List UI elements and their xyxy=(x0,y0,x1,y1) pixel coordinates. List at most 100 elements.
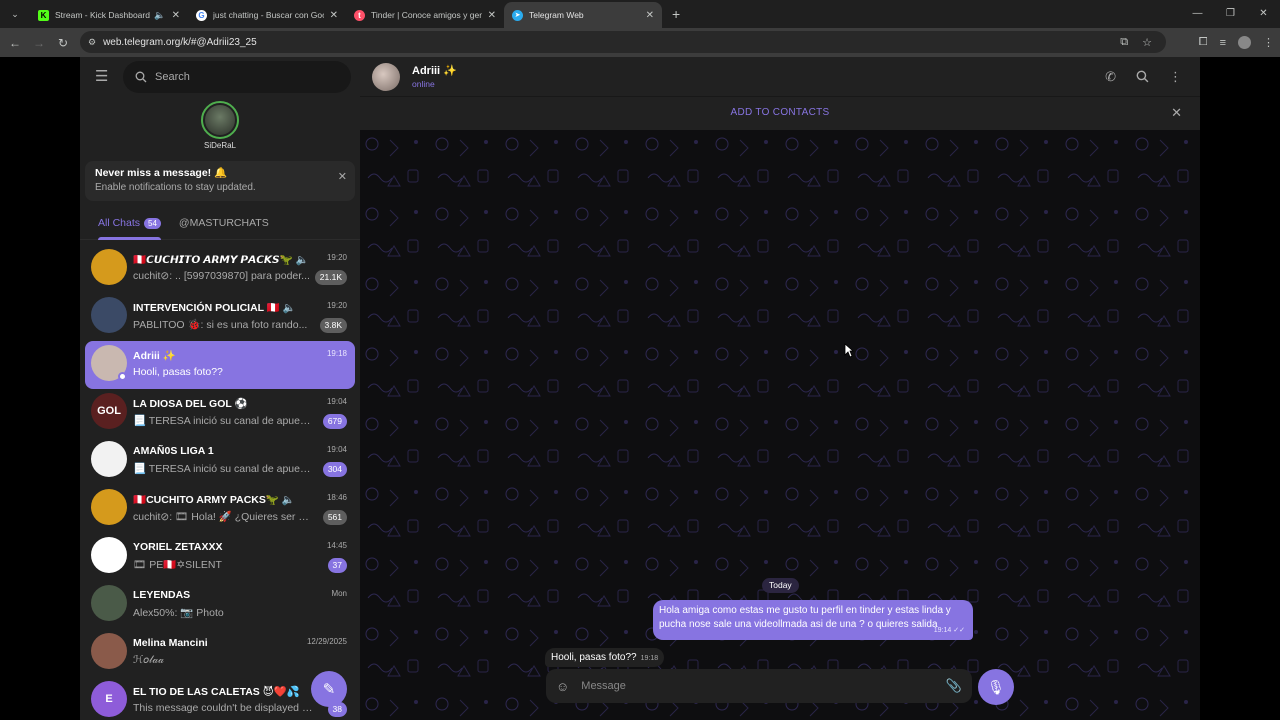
chat-list-item[interactable]: AMAÑ0S LIGA 1 19:04 📃 TERESA inició su can… xyxy=(85,437,355,485)
tab-title: Telegram Web xyxy=(529,10,584,20)
browser-menu-icon[interactable]: ⋮ xyxy=(1263,36,1274,49)
search-box[interactable] xyxy=(123,61,351,93)
restore-icon[interactable]: ❐ xyxy=(1214,0,1247,28)
voice-record-button[interactable]: 🎙 xyxy=(978,669,1014,705)
chat-name: LEYENDAS xyxy=(133,589,191,601)
chat-name: YORIEL ZETAXXX xyxy=(133,541,223,553)
chat-name: Adriii ✨ xyxy=(133,350,176,362)
notification-close-icon[interactable]: ✕ xyxy=(338,170,347,183)
chat-preview: ℋ𝑜𝓁𝒶𝒶 xyxy=(133,654,164,666)
chat-avatar: E xyxy=(91,681,127,717)
tab-close-icon[interactable]: ✕ xyxy=(330,10,338,21)
tab-close-icon[interactable]: ✕ xyxy=(172,10,180,21)
chat-name: LA DIOSA DEL GOL ⚽ xyxy=(133,398,248,410)
chat-name: Melina Mancini xyxy=(133,637,208,649)
story-avatar[interactable] xyxy=(201,101,239,139)
tab-close-icon[interactable]: ✕ xyxy=(488,10,496,21)
chat-name: INTERVENCIÓN POLICIAL 🇵🇪 🔈 xyxy=(133,302,296,314)
unread-badge: 679 xyxy=(322,414,347,429)
chat-time: Mon xyxy=(331,589,347,598)
chat-avatar xyxy=(91,633,127,669)
browser-tab-strip: ⌄ K Stream - Kick Dashboard 🔈 ✕ G just c… xyxy=(0,0,1280,28)
chat-list-item[interactable]: 🇵🇪𝘾𝙐𝘾𝙃𝙄𝙏𝙊 𝘼𝙍𝙈𝙔 𝙋𝘼𝘾𝙆𝙎🦖 🔈 19:20 cuchit⊘: .. … xyxy=(85,245,355,293)
close-icon[interactable]: ✕ xyxy=(1171,105,1182,121)
chat-list-item[interactable]: INTERVENCIÓN POLICIAL 🇵🇪 🔈 19:20 PABLITOO … xyxy=(85,293,355,341)
chat-name: AMAÑ0S LIGA 1 xyxy=(133,445,214,457)
forward-icon[interactable]: → xyxy=(27,36,51,50)
search-icon xyxy=(135,71,147,83)
chat-avatar xyxy=(91,489,127,525)
add-to-contacts-button[interactable]: ADD TO CONTACTS xyxy=(360,107,1200,118)
unread-badge: 3.8K xyxy=(319,318,347,333)
chat-list-item[interactable]: Adriii ✨ 19:18 Hooli, pasas foto?? xyxy=(85,341,355,389)
media-controls-icon[interactable]: ≡ xyxy=(1220,37,1226,49)
unread-badge: 561 xyxy=(322,510,347,525)
chat-preview: cuchit⊘: .. [5997039870] para poder... xyxy=(133,270,310,282)
search-input[interactable] xyxy=(155,71,335,83)
tab-title: just chatting - Buscar con Google xyxy=(213,10,324,20)
chat-preview: This message couldn't be displayed o... xyxy=(133,702,313,714)
tinder-icon: t xyxy=(354,9,365,21)
site-info-icon[interactable]: ⚙ xyxy=(88,37,96,48)
notification-text: Enable notifications to stay updated. xyxy=(95,182,256,193)
message-time: 19:18 xyxy=(640,655,659,662)
online-indicator xyxy=(118,372,127,381)
browser-tab-kick[interactable]: K Stream - Kick Dashboard 🔈 ✕ xyxy=(30,2,188,28)
add-to-contacts-bar: ADD TO CONTACTS ✕ xyxy=(360,96,1200,130)
chat-time: 14:45 xyxy=(326,541,347,550)
browser-tab-tinder[interactable]: t Tinder | Conoce amigos y gente nueva ✕ xyxy=(346,2,504,28)
tab-title: Tinder | Conoce amigos y gente nueva xyxy=(371,10,482,20)
tab-all-chats[interactable]: All Chats 54 xyxy=(98,207,161,240)
message-text: Hooli, pasas foto?? xyxy=(551,652,637,663)
audio-icon[interactable]: 🔈 xyxy=(154,10,165,21)
message-input[interactable] xyxy=(581,680,922,692)
browser-tab-telegram[interactable]: ➤ Telegram Web ✕ xyxy=(504,2,662,28)
minimize-icon[interactable]: — xyxy=(1181,0,1214,28)
chat-list-item[interactable]: 🇵🇪CUCHITO ARMY PACKS🦖 🔈 18:46 cuchit⊘: 🎞 H… xyxy=(85,485,355,533)
outgoing-message[interactable]: Hola amiga como estas me gusto tu perfil… xyxy=(653,600,973,640)
chat-list-item[interactable]: GOL LA DIOSA DEL GOL ⚽ 19:04 📃 TERESA inici… xyxy=(85,389,355,437)
extensions-icon[interactable]: ⧠ xyxy=(1199,36,1208,49)
hamburger-menu-icon[interactable]: ☰ xyxy=(95,68,113,86)
message-time: 19:14 ✓✓ xyxy=(933,627,965,634)
chat-avatar xyxy=(91,441,127,477)
browser-tab-google[interactable]: G just chatting - Buscar con Google ✕ xyxy=(188,2,346,28)
reload-icon[interactable]: ↻ xyxy=(51,36,75,50)
emoji-icon[interactable]: ☺ xyxy=(556,679,569,694)
notification-banner[interactable]: Never miss a message! 🔔 Enable notificat… xyxy=(85,161,355,201)
chat-preview: 🎞 PE🇵🇪✡SILENT xyxy=(133,559,222,571)
address-bar[interactable]: ⚙ web.telegram.org/k/#@Adriii23_25 ⧉ ☆ xyxy=(80,31,1166,53)
contact-avatar[interactable] xyxy=(372,63,400,91)
chat-list-item[interactable]: LEYENDAS Mon Alex50%: 📷 Photo xyxy=(85,581,355,629)
chat-sidebar: ☰ SiDeRaL Never miss a message! 🔔 Enable… xyxy=(80,57,360,720)
tab-close-icon[interactable]: ✕ xyxy=(646,10,654,21)
new-tab-icon[interactable]: + xyxy=(672,6,680,22)
kick-icon: K xyxy=(38,9,49,21)
search-icon[interactable] xyxy=(1136,70,1149,83)
attach-icon[interactable]: 📎 xyxy=(946,678,962,694)
window-close-icon[interactable]: ✕ xyxy=(1247,0,1280,28)
unread-badge: 37 xyxy=(327,558,347,573)
tab-search-chevron-icon[interactable]: ⌄ xyxy=(4,3,26,25)
more-options-icon[interactable]: ⋮ xyxy=(1169,69,1182,85)
new-message-button[interactable]: ✎ xyxy=(311,671,347,707)
bookmark-star-icon[interactable]: ☆ xyxy=(1142,36,1152,49)
chat-list-item[interactable]: YORIEL ZETAXXX 14:45 🎞 PE🇵🇪✡SILENT 37 xyxy=(85,533,355,581)
contact-name[interactable]: Adriii ✨ xyxy=(412,64,457,77)
tab-masturchats[interactable]: @MASTURCHATS xyxy=(179,207,269,240)
profile-avatar[interactable] xyxy=(1238,36,1251,49)
chat-preview: Hooli, pasas foto?? xyxy=(133,366,223,378)
story-name: SiDeRaL xyxy=(203,141,236,150)
install-app-icon[interactable]: ⧉ xyxy=(1120,36,1128,49)
chat-header[interactable]: Adriii ✨ online ✆ ⋮ xyxy=(360,57,1200,96)
incoming-message[interactable]: Hooli, pasas foto?? 19:18 xyxy=(545,648,665,667)
back-icon[interactable]: ← xyxy=(3,36,27,50)
phone-call-icon[interactable]: ✆ xyxy=(1105,69,1116,85)
google-icon: G xyxy=(196,9,207,21)
message-composer[interactable]: ☺ 📎 xyxy=(546,669,972,703)
telegram-icon: ➤ xyxy=(512,9,523,21)
chat-list-item[interactable]: Melina Mancini 12/29/2025 ℋ𝑜𝓁𝒶𝒶 xyxy=(85,629,355,677)
chat-avatar xyxy=(91,537,127,573)
chat-time: 19:20 xyxy=(326,253,347,262)
url-text: web.telegram.org/k/#@Adriii23_25 xyxy=(103,36,257,48)
